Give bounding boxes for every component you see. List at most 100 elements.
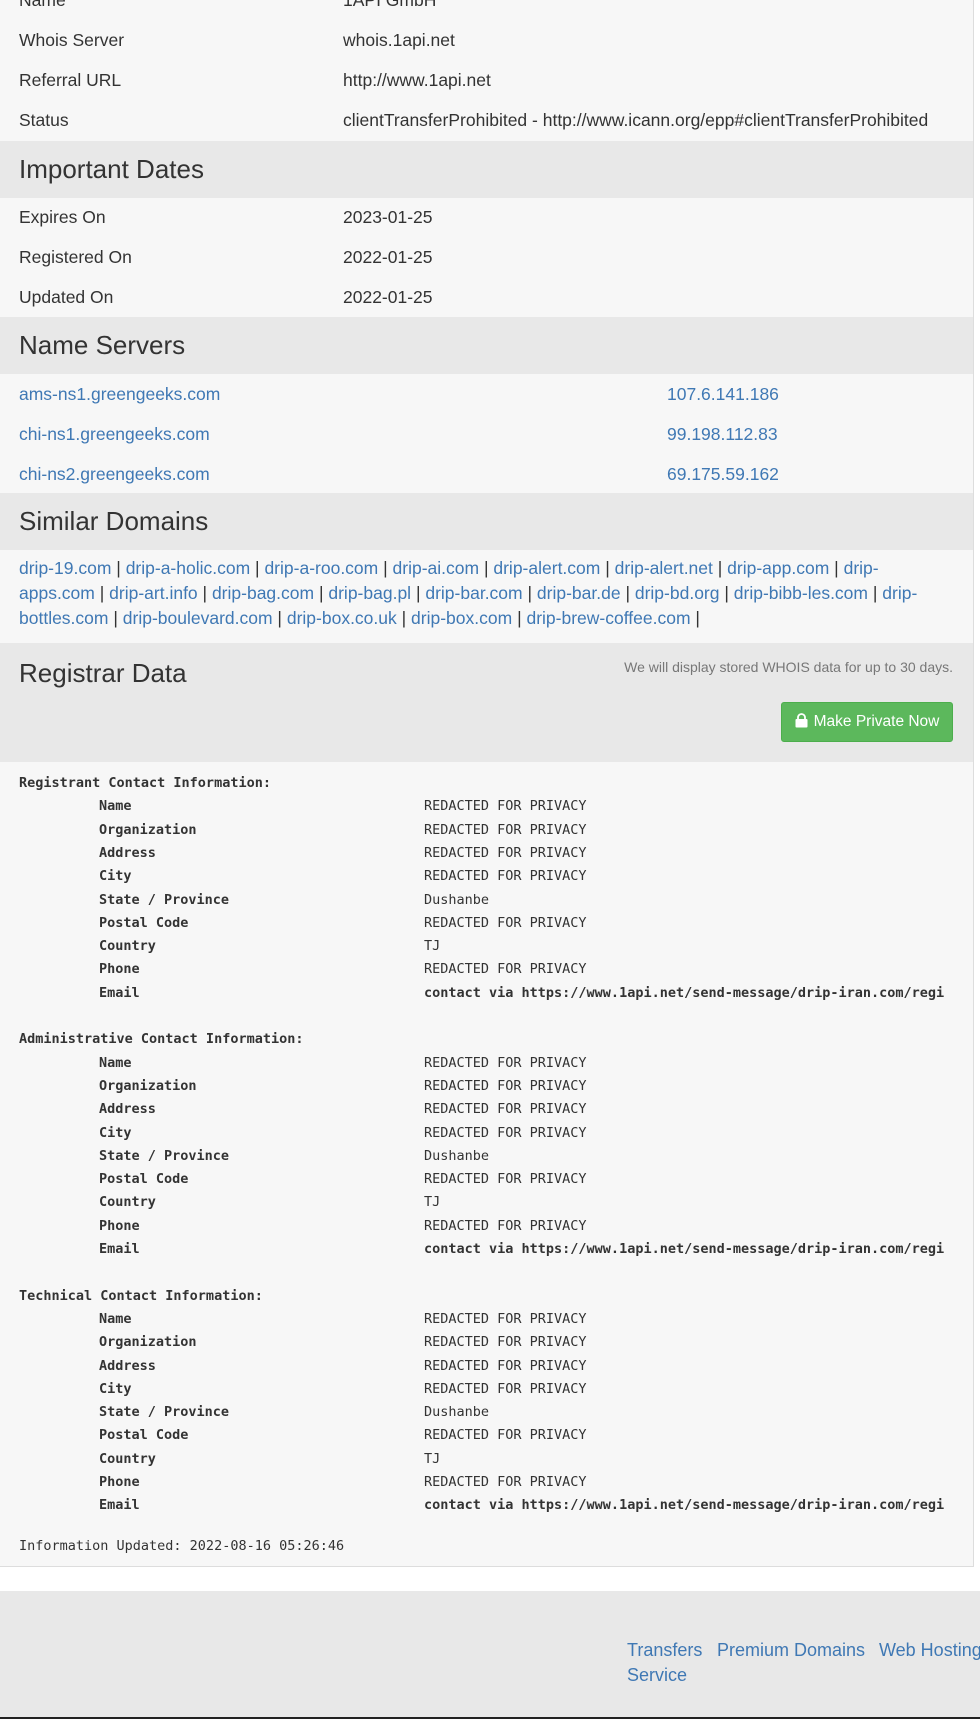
domain-separator: |	[94, 583, 110, 603]
contact-field-value: TJ	[424, 1194, 441, 1211]
contact-field-value: REDACTED FOR PRIVACY	[424, 798, 587, 815]
similar-domain-link[interactable]: drip-bd.org	[635, 583, 720, 603]
status-code: clientTransferProhibited	[343, 110, 528, 130]
contact-field-label: Address	[99, 1101, 156, 1118]
contact-field-label: City	[99, 1380, 132, 1397]
section-title: Registrar Data	[19, 658, 187, 688]
section-title: Important Dates	[19, 154, 204, 184]
similar-domain-link[interactable]: drip-box.com	[411, 608, 512, 628]
contact-field-value: Dushanbe	[424, 1404, 490, 1421]
contact-field-value: REDACTED FOR PRIVACY	[424, 1054, 587, 1071]
contact-field-label: Country	[99, 1450, 156, 1467]
domain-separator: |	[111, 558, 126, 578]
info-row-status: Status clientTransferProhibited - http:/…	[0, 100, 973, 140]
contact-field-value: Dushanbe	[424, 891, 490, 908]
contact-field-value: contact via https://www.1api.net/send-me…	[424, 1241, 945, 1257]
footer-link-transfers[interactable]: Transfers	[627, 1640, 702, 1661]
registrar-data-header: Registrar Data We will display stored WH…	[0, 643, 973, 762]
contact-field-value: REDACTED FOR PRIVACY	[424, 1077, 587, 1094]
similar-domain-link[interactable]: drip-brew-coffee.com	[526, 608, 690, 628]
similar-domain-link[interactable]: drip-box.co.uk	[287, 608, 397, 628]
similar-domain-link[interactable]: drip-bar.com	[425, 583, 522, 603]
name-server-ip-link[interactable]: 69.175.59.162	[667, 454, 779, 494]
similar-domain-link[interactable]: drip-bar.de	[537, 583, 621, 603]
contact-field-value: REDACTED FOR PRIVACY	[424, 1357, 587, 1374]
date-value: 2022-01-25	[343, 287, 433, 307]
name-server-row: chi-ns2.greengeeks.com 69.175.59.162	[0, 454, 973, 494]
domain-separator: |	[868, 583, 883, 603]
make-private-button[interactable]: Make Private Now	[781, 702, 953, 742]
name-server-host-link[interactable]: chi-ns1.greengeeks.com	[19, 414, 210, 454]
name-server-host-link[interactable]: ams-ns1.greengeeks.com	[19, 374, 220, 414]
contact-field-label: Email	[99, 984, 140, 1001]
footer-link-service[interactable]: Service	[627, 1665, 687, 1686]
info-label: Whois Server	[19, 30, 125, 50]
similar-domain-link[interactable]: drip-alert.net	[615, 558, 713, 578]
similar-domain-link[interactable]: drip-app.com	[727, 558, 829, 578]
contact-field-value: REDACTED FOR PRIVACY	[424, 1334, 587, 1351]
info-row-name: Name 1API GmbH	[0, 0, 973, 20]
contact-field-value: REDACTED FOR PRIVACY	[424, 1101, 587, 1118]
date-value: 2023-01-25	[343, 207, 433, 227]
similar-domain-link[interactable]: drip-bag.com	[212, 583, 314, 603]
date-label: Updated On	[19, 287, 114, 307]
name-server-host-link[interactable]: chi-ns2.greengeeks.com	[19, 454, 210, 494]
domain-separator: |	[396, 608, 412, 628]
contact-section-heading: Administrative Contact Information:	[19, 1031, 304, 1048]
domain-separator: |	[620, 583, 635, 603]
similar-domains-header: Similar Domains	[0, 493, 973, 550]
similar-domain-link[interactable]: drip-19.com	[19, 558, 111, 578]
contact-field-label: Country	[99, 1194, 156, 1211]
similar-domain-link[interactable]: drip-boulevard.com	[123, 608, 273, 628]
domain-separator: |	[108, 608, 123, 628]
info-row-referral-url: Referral URL http://www.1api.net	[0, 60, 973, 100]
contact-field-value: REDACTED FOR PRIVACY	[424, 1427, 587, 1444]
date-row-registered: Registered On 2022-01-25	[0, 237, 973, 277]
domain-separator: |	[314, 583, 329, 603]
similar-domain-link[interactable]: drip-bag.pl	[328, 583, 411, 603]
contact-field-label: Name	[99, 1054, 132, 1071]
similar-domain-link[interactable]: drip-bibb-les.com	[734, 583, 868, 603]
contact-field-value: REDACTED FOR PRIVACY	[424, 821, 587, 838]
contact-field-label: Postal Code	[99, 1171, 189, 1188]
footer-link-web-hosting[interactable]: Web Hosting	[879, 1640, 980, 1661]
domain-separator: |	[829, 558, 844, 578]
contact-field-label: Phone	[99, 1217, 140, 1234]
info-value: http://www.1api.net	[343, 70, 491, 90]
domain-separator: |	[479, 558, 494, 578]
lock-icon	[795, 705, 808, 743]
domain-separator: |	[411, 583, 426, 603]
contact-section-heading: Registrant Contact Information:	[19, 775, 271, 791]
contact-field-label: Phone	[99, 1474, 140, 1490]
similar-domain-link[interactable]: drip-a-roo.com	[264, 558, 378, 578]
contact-field-label: State / Province	[99, 1404, 230, 1421]
contact-field-label: State / Province	[99, 1147, 230, 1164]
contact-field-value: REDACTED FOR PRIVACY	[424, 1474, 587, 1490]
similar-domain-link[interactable]: drip-alert.com	[493, 558, 600, 578]
info-row-whois-server: Whois Server whois.1api.net	[0, 20, 973, 60]
domain-separator: |	[522, 583, 537, 603]
retention-note: We will display stored WHOIS data for up…	[624, 659, 953, 675]
footer-link-premium-domains[interactable]: Premium Domains	[717, 1640, 865, 1661]
name-server-ip-link[interactable]: 107.6.141.186	[667, 374, 779, 414]
important-dates-header: Important Dates	[0, 141, 973, 198]
domain-separator: |	[690, 608, 700, 628]
contact-field-value: REDACTED FOR PRIVACY	[424, 868, 587, 885]
contact-field-label: Name	[99, 1310, 132, 1327]
similar-domain-link[interactable]: drip-a-holic.com	[126, 558, 250, 578]
info-label: Referral URL	[19, 70, 122, 90]
footer: Transfers Premium Domains Web Hosting Se…	[0, 1591, 980, 1719]
similar-domain-link[interactable]: drip-art.info	[109, 583, 198, 603]
name-server-row: ams-ns1.greengeeks.com 107.6.141.186	[0, 374, 973, 414]
contact-field-label: Postal Code	[99, 914, 189, 931]
contact-field-label: City	[99, 1124, 132, 1141]
name-server-ip-link[interactable]: 99.198.112.83	[667, 414, 778, 454]
contact-field-value: REDACTED FOR PRIVACY	[424, 1217, 587, 1234]
domain-separator: |	[600, 558, 615, 578]
contact-field-label: Organization	[99, 1334, 197, 1351]
contact-field-value: REDACTED FOR PRIVACY	[424, 1380, 587, 1397]
date-value: 2022-01-25	[343, 247, 433, 267]
similar-domain-link[interactable]: drip-ai.com	[393, 558, 480, 578]
contact-field-label: Organization	[99, 1077, 197, 1094]
status-url: - http://www.icann.org/epp#clientTransfe…	[527, 110, 929, 130]
